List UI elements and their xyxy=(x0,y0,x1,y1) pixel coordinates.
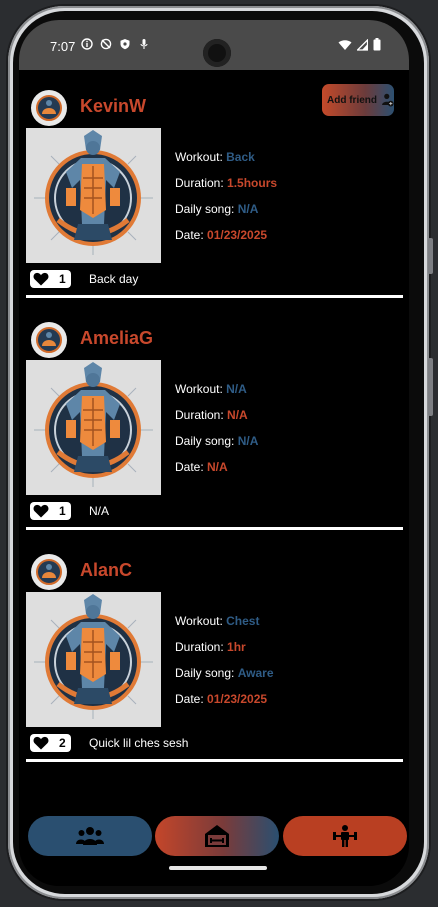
avatar-logo-icon xyxy=(36,327,62,353)
duration-label: Duration: xyxy=(175,408,228,422)
gym-logo-icon xyxy=(26,128,161,263)
gym-logo-icon xyxy=(26,360,161,495)
post-caption: Quick lil ches sesh xyxy=(89,736,189,750)
heart-icon xyxy=(33,736,49,750)
date-value: 01/23/2025 xyxy=(207,692,268,706)
song-value: N/A xyxy=(237,434,259,448)
duration-label: Duration: xyxy=(175,640,228,654)
workout-row: Workout: Back xyxy=(175,150,277,176)
post-caption: Back day xyxy=(89,272,139,286)
workout-label: Workout: xyxy=(175,150,227,164)
workout-label: Workout: xyxy=(175,382,227,396)
mic-icon xyxy=(140,39,148,49)
username[interactable]: AlanC xyxy=(80,560,132,581)
workout-label: Workout: xyxy=(175,614,227,628)
avatar-logo-icon xyxy=(36,559,62,585)
home-indicator xyxy=(169,866,267,870)
like-count: 1 xyxy=(59,504,66,518)
battery-icon xyxy=(373,38,381,51)
song-row: Daily song: N/A xyxy=(175,434,258,460)
date-label: Date: xyxy=(175,692,208,706)
like-count: 1 xyxy=(59,272,66,286)
avatar-logo-icon xyxy=(36,95,62,121)
date-value: 01/23/2025 xyxy=(207,228,268,242)
heart-icon xyxy=(33,504,49,518)
post-image[interactable] xyxy=(26,592,161,727)
no-sync-icon xyxy=(100,38,112,50)
duration-row: Duration: N/A xyxy=(175,408,258,434)
wifi-icon xyxy=(338,39,352,50)
post-divider xyxy=(26,759,403,762)
nav-friends-button[interactable] xyxy=(28,816,152,856)
post-divider xyxy=(26,527,403,530)
song-label: Daily song: xyxy=(175,666,238,680)
date-value: N/A xyxy=(207,460,228,474)
post-details: Workout: Chest Duration: 1hr Daily song:… xyxy=(175,614,274,718)
workout-row: Workout: Chest xyxy=(175,614,274,640)
post-card: AmeliaG Workout: N/A Duration: N/A Daily… xyxy=(26,312,409,544)
signal-icon xyxy=(357,38,368,51)
nav-home-button[interactable] xyxy=(155,816,279,856)
song-value: Aware xyxy=(237,666,274,680)
front-camera xyxy=(203,39,231,67)
song-row: Daily song: Aware xyxy=(175,666,274,692)
bottom-nav xyxy=(19,816,409,856)
post-card: AlanC Workout: Chest Duration: 1hr Daily… xyxy=(26,544,409,776)
screen: 7:07 Add friend KevinW Workout: Back Dur… xyxy=(19,20,409,886)
post-divider xyxy=(26,295,403,298)
post-details: Workout: Back Duration: 1.5hours Daily s… xyxy=(175,150,277,254)
post-details: Workout: N/A Duration: N/A Daily song: N… xyxy=(175,382,258,486)
date-row: Date: 01/23/2025 xyxy=(175,692,274,718)
duration-value: 1hr xyxy=(227,640,246,654)
gym-home-icon xyxy=(205,825,229,847)
username[interactable]: KevinW xyxy=(80,96,146,117)
heart-icon xyxy=(33,272,49,286)
workout-row: Workout: N/A xyxy=(175,382,258,408)
workout-value: N/A xyxy=(226,382,247,396)
song-row: Daily song: N/A xyxy=(175,202,277,228)
song-label: Daily song: xyxy=(175,434,238,448)
workout-value: Chest xyxy=(226,614,260,628)
volume-button xyxy=(428,238,433,274)
status-time: 7:07 xyxy=(50,39,76,54)
duration-row: Duration: 1hr xyxy=(175,640,274,666)
date-row: Date: N/A xyxy=(175,460,258,486)
date-label: Date: xyxy=(175,460,208,474)
like-button[interactable]: 1 xyxy=(30,270,71,288)
nav-workout-button[interactable] xyxy=(283,816,407,856)
duration-label: Duration: xyxy=(175,176,228,190)
like-count: 2 xyxy=(59,736,66,750)
shield-icon xyxy=(120,39,130,50)
like-button[interactable]: 2 xyxy=(30,734,71,752)
workout-value: Back xyxy=(226,150,255,164)
post-caption: N/A xyxy=(89,504,110,518)
info-icon xyxy=(81,38,93,50)
duration-value: N/A xyxy=(227,408,248,422)
duration-value: 1.5hours xyxy=(227,176,278,190)
gym-logo-icon xyxy=(26,592,161,727)
weightlifter-icon xyxy=(333,825,357,847)
avatar[interactable] xyxy=(31,322,67,358)
username[interactable]: AmeliaG xyxy=(80,328,153,349)
avatar[interactable] xyxy=(31,554,67,590)
post-image[interactable] xyxy=(26,360,161,495)
post-image[interactable] xyxy=(26,128,161,263)
duration-row: Duration: 1.5hours xyxy=(175,176,277,202)
status-bar: 7:07 xyxy=(19,20,409,70)
song-label: Daily song: xyxy=(175,202,238,216)
feed: Add friend KevinW Workout: Back Duration… xyxy=(19,70,409,810)
power-button xyxy=(428,358,433,416)
date-row: Date: 01/23/2025 xyxy=(175,228,277,254)
friends-icon xyxy=(76,827,104,845)
song-value: N/A xyxy=(237,202,259,216)
date-label: Date: xyxy=(175,228,208,242)
avatar[interactable] xyxy=(31,90,67,126)
post-card: KevinW Workout: Back Duration: 1.5hours … xyxy=(26,80,409,312)
like-button[interactable]: 1 xyxy=(30,502,71,520)
